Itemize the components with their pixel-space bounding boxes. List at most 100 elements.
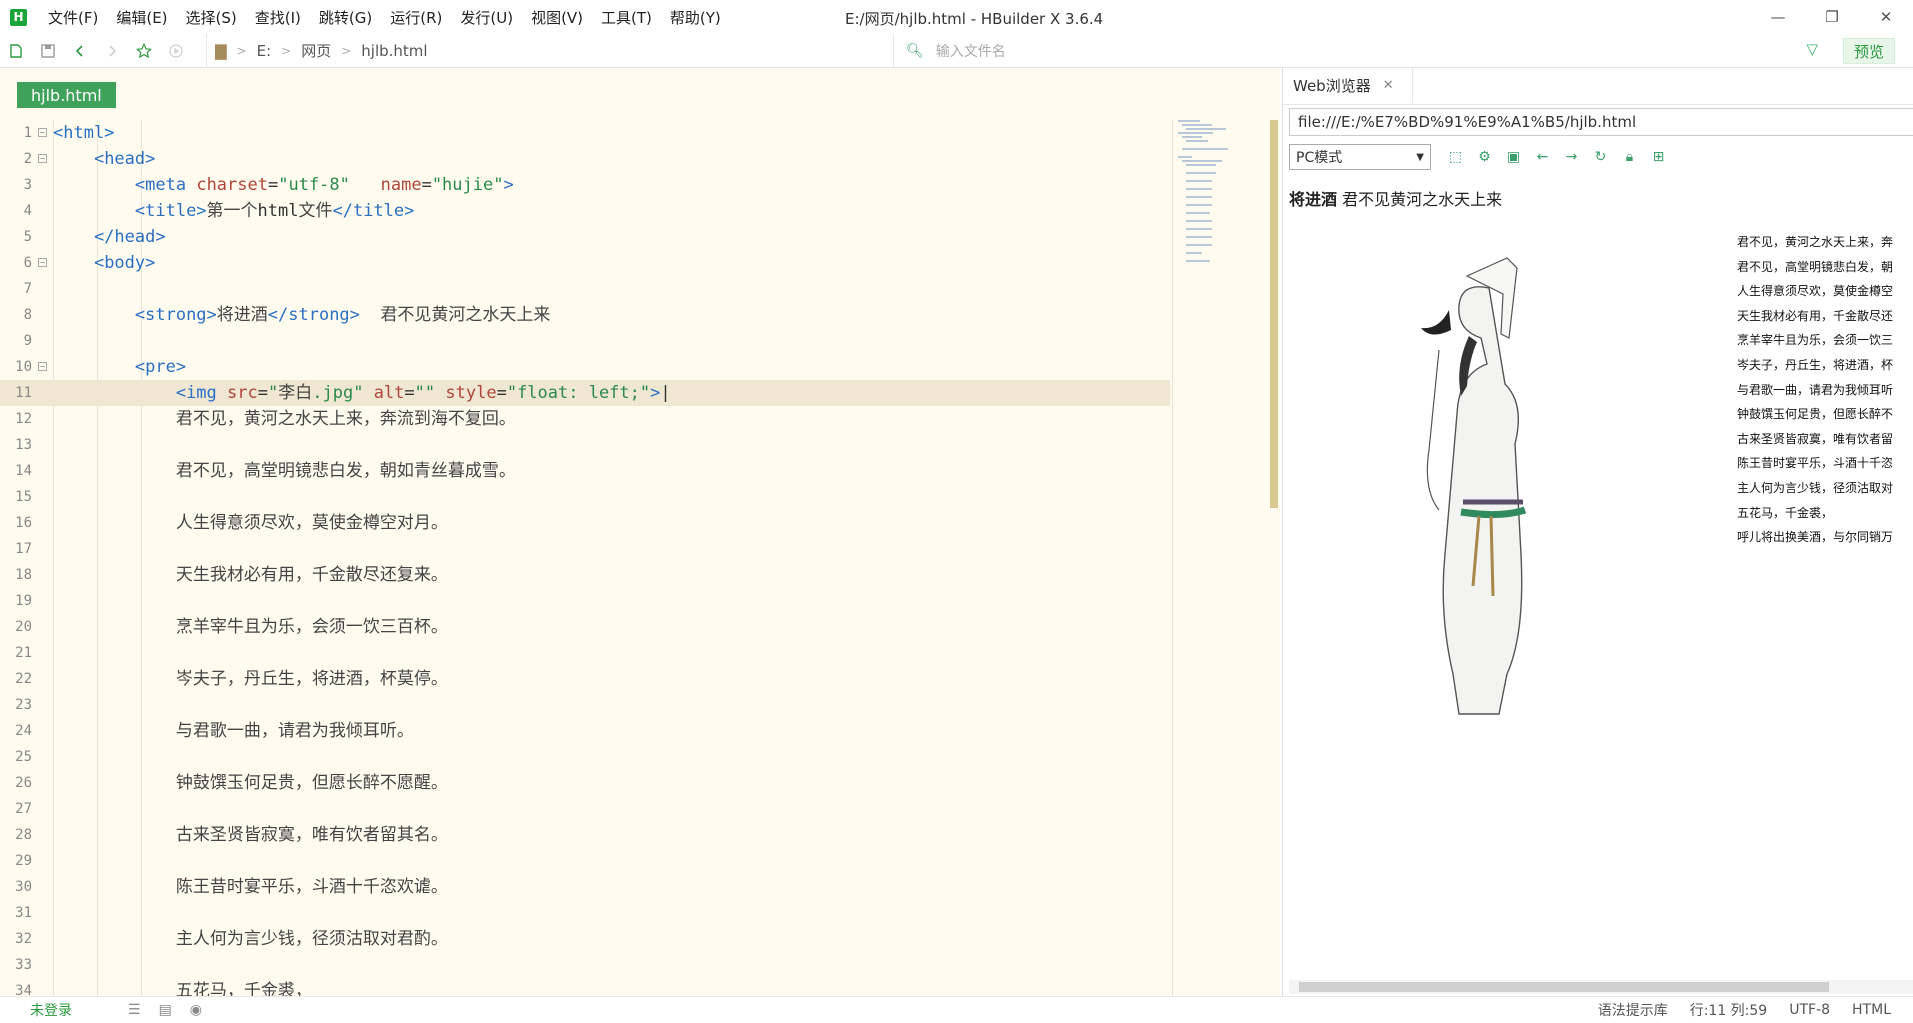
grid-icon[interactable]: ⊞	[1644, 149, 1673, 165]
line-number: 22	[15, 671, 32, 687]
code-line[interactable]: 30 陈王昔时宴平乐，斗酒十千恣欢谑。	[0, 874, 1170, 900]
refresh-icon[interactable]: ↻	[1586, 149, 1615, 165]
code-line[interactable]: 5 </head>	[0, 224, 1170, 250]
app-logo-icon[interactable]: H	[10, 8, 27, 26]
filter-icon[interactable]: ▽	[1806, 40, 1818, 58]
code-line[interactable]: 7	[0, 276, 1170, 302]
console-icon[interactable]: ▣	[1499, 149, 1528, 165]
close-button[interactable]: ✕	[1859, 0, 1913, 34]
code-line[interactable]: 9	[0, 328, 1170, 354]
image-icon[interactable]: ▤	[159, 1002, 172, 1018]
code-line[interactable]: 23	[0, 692, 1170, 718]
editor-scrollbar[interactable]	[1270, 120, 1278, 508]
code-line[interactable]: 26 钟鼓馔玉何足贵，但愿长醉不愿醒。	[0, 770, 1170, 796]
code-line[interactable]: 20 烹羊宰牛且为乐，会须一饮三百杯。	[0, 614, 1170, 640]
code-line[interactable]: 6− <body>	[0, 250, 1170, 276]
code-line[interactable]: 18 天生我材必有用，千金散尽还复来。	[0, 562, 1170, 588]
screen-rotate-icon[interactable]: ⬚	[1441, 149, 1470, 165]
star-icon[interactable]	[128, 36, 160, 66]
title-bar: H 文件(F) 编辑(E) 选择(S) 查找(I) 跳转(G) 运行(R) 发行(U) 视图(…	[0, 0, 1913, 34]
menu-item[interactable]: 文件(F)	[39, 7, 107, 28]
run-icon[interactable]	[160, 36, 192, 66]
code-line[interactable]: 12 君不见，黄河之水天上来，奔流到海不复回。	[0, 406, 1170, 432]
code-line[interactable]: 29	[0, 848, 1170, 874]
code-line[interactable]: 19	[0, 588, 1170, 614]
line-number: 3	[23, 177, 32, 193]
crumb-folder[interactable]: 网页	[301, 40, 331, 61]
theme-icon[interactable]: ◉	[190, 1002, 202, 1018]
fold-toggle-icon[interactable]: −	[38, 258, 47, 267]
preview-button[interactable]: 预览	[1842, 38, 1895, 64]
back-icon[interactable]	[64, 36, 96, 66]
code-line[interactable]: 16 人生得意须尽欢，莫使金樽空对月。	[0, 510, 1170, 536]
menu-item[interactable]: 视图(V)	[522, 7, 592, 28]
menu-item[interactable]: 编辑(E)	[107, 7, 176, 28]
code-line[interactable]: 32 主人何为言少钱，径须沽取对君酌。	[0, 926, 1170, 952]
back-icon[interactable]: ←	[1528, 149, 1557, 165]
language-mode[interactable]: HTML	[1852, 1002, 1891, 1018]
minimap-line	[1182, 160, 1222, 162]
file-search-input[interactable]: 🔍︎ 输入文件名	[893, 34, 1793, 68]
code-line[interactable]: 2− <head>	[0, 146, 1170, 172]
code-line[interactable]: 31	[0, 900, 1170, 926]
save-icon[interactable]	[32, 36, 64, 66]
encoding[interactable]: UTF-8	[1789, 1002, 1830, 1018]
menu-item[interactable]: 帮助(Y)	[661, 7, 730, 28]
code-text: 君不见，黄河之水天上来，奔流到海不复回。	[175, 409, 516, 429]
menu-item[interactable]: 工具(T)	[592, 7, 661, 28]
code-line[interactable]: 8 <strong>将进酒</strong> 君不见黄河之水天上来	[0, 302, 1170, 328]
login-status[interactable]: 未登录	[30, 1000, 72, 1020]
url-input[interactable]: file:///E:/%E7%BD%91%E9%A1%B5/hjlb.html	[1289, 108, 1913, 136]
code-line[interactable]: 33	[0, 952, 1170, 978]
minimize-button[interactable]: —	[1751, 0, 1805, 34]
code-line[interactable]: 25	[0, 744, 1170, 770]
code-line[interactable]: 28 古来圣贤皆寂寞，唯有饮者留其名。	[0, 822, 1170, 848]
settings-icon[interactable]: ⚙	[1470, 149, 1499, 165]
outline-icon[interactable]: ☰	[128, 1002, 141, 1018]
restore-button[interactable]: ❐	[1805, 0, 1859, 34]
browser-hscrollbar[interactable]	[1289, 980, 1913, 994]
new-file-icon[interactable]	[0, 36, 32, 66]
code-line[interactable]: 1− <html>	[0, 120, 1170, 146]
forward-icon[interactable]: →	[1557, 149, 1586, 165]
code-text: 古来圣贤皆寂寞，唯有饮者留其名。	[175, 825, 448, 845]
code-area[interactable]: 1− <html> 2− <head> 3 <meta charset="utf-8"…	[0, 120, 1170, 1000]
code-line[interactable]: 11 <img src="李白.jpg" alt="" style="float…	[0, 380, 1170, 406]
code-line[interactable]: 24 与君歌一曲，请君为我倾耳听。	[0, 718, 1170, 744]
code-line[interactable]: 14 君不见，高堂明镜悲白发，朝如青丝暮成雪。	[0, 458, 1170, 484]
crumb-file[interactable]: hjlb.html	[361, 42, 427, 60]
code-editor[interactable]: hjlb.html 1− <html> 2− <head> 3 <meta chars…	[0, 68, 1280, 1000]
code-line[interactable]: 13	[0, 432, 1170, 458]
browser-tab[interactable]: Web浏览器 ✕	[1283, 68, 1413, 104]
code-line[interactable]: 21	[0, 640, 1170, 666]
code-line[interactable]: 15	[0, 484, 1170, 510]
code-line[interactable]: 10− <pre>	[0, 354, 1170, 380]
close-tab-icon[interactable]: ✕	[1383, 78, 1394, 93]
fold-toggle-icon[interactable]: −	[38, 128, 47, 137]
menu-item[interactable]: 运行(R)	[381, 7, 451, 28]
minimap[interactable]	[1172, 120, 1272, 320]
code-line[interactable]: 17	[0, 536, 1170, 562]
lock-icon[interactable]: 🔒︎	[1615, 149, 1644, 165]
fold-toggle-icon[interactable]: −	[38, 154, 47, 163]
fold-toggle-icon[interactable]: −	[38, 362, 47, 371]
forward-icon[interactable]	[96, 36, 128, 66]
mode-select[interactable]: PC模式 ▼	[1289, 144, 1431, 170]
line-number: 31	[15, 905, 32, 921]
crumb-drive[interactable]: E:	[257, 42, 272, 60]
code-line[interactable]: 3 <meta charset="utf-8" name="hujie">	[0, 172, 1170, 198]
minimap-line	[1186, 252, 1202, 254]
code-line[interactable]: 27	[0, 796, 1170, 822]
code-line[interactable]: 4 <title>第一个html文件</title>	[0, 198, 1170, 224]
menu-item[interactable]: 发行(U)	[451, 7, 522, 28]
code-line[interactable]: 22 岑夫子，丹丘生，将进酒，杯莫停。	[0, 666, 1170, 692]
syntax-lib[interactable]: 语法提示库	[1598, 1000, 1668, 1020]
menu-bar: 文件(F) 编辑(E) 选择(S) 查找(I) 跳转(G) 运行(R) 发行(U) 视图(V)…	[39, 7, 730, 28]
scroll-thumb[interactable]	[1299, 982, 1829, 992]
menu-item[interactable]: 选择(S)	[177, 7, 246, 28]
cursor-position[interactable]: 行:11 列:59	[1690, 1000, 1768, 1020]
menu-item[interactable]: 跳转(G)	[310, 7, 381, 28]
editor-tab[interactable]: hjlb.html	[17, 82, 116, 108]
menu-item[interactable]: 查找(I)	[246, 7, 310, 28]
code-text: <title>第一个html文件</title>	[134, 201, 415, 221]
